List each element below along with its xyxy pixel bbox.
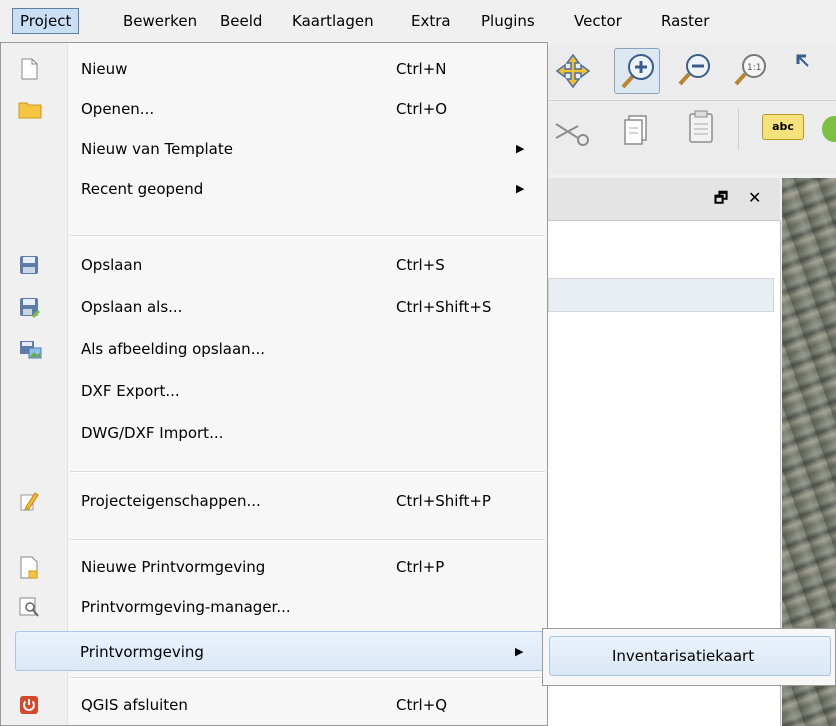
submenu-arrow-icon: ▶ xyxy=(516,142,525,155)
menu-item-label: QGIS afsluiten xyxy=(81,696,188,714)
zoom-out-icon[interactable] xyxy=(676,50,714,88)
zoom-full-icon[interactable] xyxy=(792,50,832,88)
menu-raster[interactable]: Raster xyxy=(654,8,716,34)
submenu-item-label: Inventarisatiekaart xyxy=(612,647,755,665)
menubar: Project Bewerken Beeld Kaartlagen Extra … xyxy=(0,0,836,45)
cut-icon[interactable] xyxy=(554,112,592,150)
menu-separator xyxy=(70,471,545,473)
submenu-arrow-icon: ▶ xyxy=(515,645,524,658)
zoom-in-icon[interactable] xyxy=(614,48,660,94)
copy-icon[interactable] xyxy=(618,110,656,148)
add-layer-icon[interactable] xyxy=(818,114,836,144)
new-file-icon xyxy=(18,58,40,80)
map-toolbar: 1:1 abc xyxy=(548,44,836,174)
menu-separator xyxy=(70,539,545,541)
menu-item-label: Opslaan xyxy=(81,256,143,274)
menu-extra[interactable]: Extra xyxy=(404,8,458,34)
menu-item-printvormgeving[interactable]: Printvormgeving ▶ xyxy=(15,631,545,671)
paste-icon[interactable] xyxy=(682,108,720,146)
menu-item-label: DXF Export... xyxy=(81,382,180,400)
layers-panel-filter[interactable] xyxy=(548,278,774,312)
menu-item-recent-geopend[interactable]: Recent geopend ▶ xyxy=(2,169,546,209)
menu-plugins[interactable]: Plugins xyxy=(474,8,542,34)
save-image-icon xyxy=(18,338,42,360)
label-icon[interactable]: abc xyxy=(762,114,804,140)
menu-item-label: Openen... xyxy=(81,100,155,118)
menu-item-shortcut: Ctrl+Q xyxy=(396,696,448,714)
menu-separator xyxy=(70,677,545,679)
menu-item-opslaan-als[interactable]: Opslaan als... Ctrl+Shift+S xyxy=(2,287,546,327)
menu-item-nieuw-van-template[interactable]: Nieuw van Template ▶ xyxy=(2,129,546,169)
menu-item-label: DWG/DXF Import... xyxy=(81,424,224,442)
save-icon xyxy=(18,254,40,276)
menu-item-shortcut: Ctrl+Shift+P xyxy=(396,492,491,510)
exit-icon xyxy=(18,694,40,716)
menu-beeld[interactable]: Beeld xyxy=(213,8,269,34)
menu-item-nieuwe-printvormgeving[interactable]: Nieuwe Printvormgeving Ctrl+P xyxy=(2,547,546,587)
menu-item-label: Nieuwe Printvormgeving xyxy=(81,558,266,576)
menu-item-openen[interactable]: Openen... Ctrl+O xyxy=(2,89,546,129)
svg-text:1:1: 1:1 xyxy=(747,63,761,73)
zoom-native-icon[interactable]: 1:1 xyxy=(732,50,770,88)
menu-item-shortcut: Ctrl+S xyxy=(396,256,445,274)
menu-item-label: Projecteigenschappen... xyxy=(81,492,261,510)
layers-panel-header: 🗗 ✕ xyxy=(548,178,780,221)
menu-item-label: Nieuw xyxy=(81,60,128,78)
printvormgeving-submenu: Inventarisatiekaart xyxy=(542,628,836,686)
menu-item-shortcut: Ctrl+O xyxy=(396,100,448,118)
menu-vector[interactable]: Vector xyxy=(567,8,629,34)
menu-item-printvormgeving-manager[interactable]: Printvormgeving-manager... xyxy=(2,587,546,627)
float-panel-icon[interactable]: 🗗 xyxy=(714,188,728,213)
menu-item-shortcut: Ctrl+Shift+S xyxy=(396,298,492,316)
properties-icon xyxy=(18,490,40,512)
menu-item-als-afbeelding-opslaan[interactable]: Als afbeelding opslaan... xyxy=(2,329,546,369)
menu-item-opslaan[interactable]: Opslaan Ctrl+S xyxy=(2,245,546,285)
menu-item-label: Opslaan als... xyxy=(81,298,183,316)
menu-item-label: Printvormgeving-manager... xyxy=(81,598,291,616)
project-menu: Nieuw Ctrl+N Openen... Ctrl+O Nieuw van … xyxy=(0,42,548,726)
menu-item-dwg-dxf-import[interactable]: DWG/DXF Import... xyxy=(2,413,546,453)
menu-item-qgis-afsluiten[interactable]: QGIS afsluiten Ctrl+Q xyxy=(2,685,546,725)
menu-item-shortcut: Ctrl+P xyxy=(396,558,445,576)
save-as-icon xyxy=(18,296,40,318)
menu-item-nieuw[interactable]: Nieuw Ctrl+N xyxy=(2,49,546,89)
menu-item-label: Nieuw van Template xyxy=(81,140,233,158)
menu-kaartlagen[interactable]: Kaartlagen xyxy=(285,8,381,34)
menu-item-shortcut: Ctrl+N xyxy=(396,60,447,78)
pan-map-icon[interactable] xyxy=(554,52,592,90)
menu-item-dxf-export[interactable]: DXF Export... xyxy=(2,371,546,411)
menu-bewerken[interactable]: Bewerken xyxy=(116,8,204,34)
menu-item-label: Recent geopend xyxy=(81,180,204,198)
menu-item-label: Als afbeelding opslaan... xyxy=(81,340,265,358)
menu-project[interactable]: Project xyxy=(12,8,80,34)
menu-separator xyxy=(70,235,545,237)
menu-item-projecteigenschappen[interactable]: Projecteigenschappen... Ctrl+Shift+P xyxy=(2,481,546,521)
submenu-item-inventarisatiekaart[interactable]: Inventarisatiekaart xyxy=(549,636,831,676)
layout-manager-icon xyxy=(18,596,40,618)
submenu-arrow-icon: ▶ xyxy=(516,182,525,195)
new-print-layout-icon xyxy=(18,556,40,579)
menu-item-label: Printvormgeving xyxy=(80,643,204,661)
folder-icon xyxy=(18,98,42,120)
close-panel-icon[interactable]: ✕ xyxy=(748,188,761,207)
